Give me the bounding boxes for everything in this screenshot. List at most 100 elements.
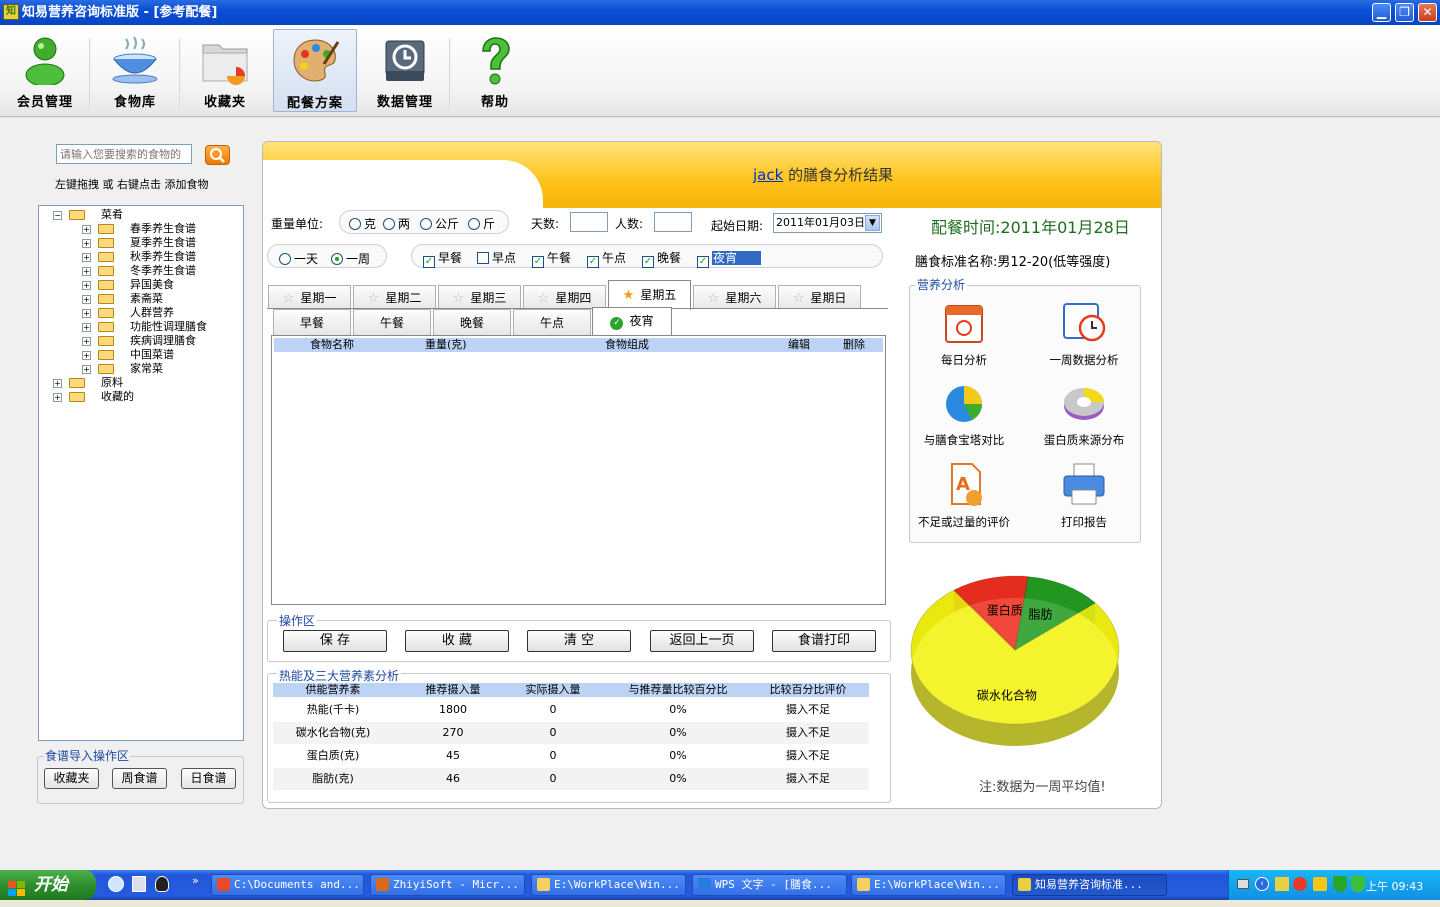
qq-quicklaunch-icon[interactable] <box>155 876 169 892</box>
col-weight[interactable]: 重量(克) <box>425 338 467 352</box>
desktop-quicklaunch-icon[interactable] <box>132 876 146 892</box>
search-button[interactable] <box>205 145 230 165</box>
app-tray-icon[interactable] <box>1275 877 1289 891</box>
check-morning-snack[interactable]: 早点 <box>477 249 516 266</box>
food-search-input[interactable] <box>56 144 192 164</box>
qq-tray-icon[interactable] <box>1293 877 1307 891</box>
meal-tab-night-snack[interactable]: ✓ 夜宵 <box>592 307 672 335</box>
ie-quicklaunch-icon[interactable] <box>108 876 124 892</box>
period-day-radio[interactable]: 一天 <box>279 250 318 267</box>
import-daily-recipe-button[interactable]: 日食谱 <box>181 768 236 789</box>
tab-friday[interactable]: ★ 星期五 <box>608 280 691 310</box>
toolbar-member-management[interactable]: 会员管理 <box>3 29 87 112</box>
expand-icon[interactable]: + <box>82 225 91 234</box>
period-week-radio[interactable]: 一周 <box>331 250 370 267</box>
keyboard-icon[interactable] <box>1237 879 1249 889</box>
meal-tab-breakfast[interactable]: 早餐 <box>273 309 351 335</box>
task-zhiyisoft[interactable]: ZhiyiSoft - Micr... <box>370 874 525 896</box>
expand-icon[interactable]: + <box>82 239 91 248</box>
days-input[interactable] <box>570 212 608 232</box>
maximize-button[interactable]: ❐ <box>1395 3 1414 22</box>
tree-node-winter[interactable]: + 冬季养生食谱 <box>82 264 242 278</box>
print-report-item[interactable]: 打印报告 <box>1029 460 1139 530</box>
clear-button[interactable]: 清 空 <box>527 630 631 652</box>
minimize-button[interactable]: ▁ <box>1372 3 1391 22</box>
tab-monday[interactable]: ☆ 星期一 <box>268 285 351 309</box>
task-wps[interactable]: WPS 文字 - [膳食... <box>692 874 847 896</box>
print-recipe-button[interactable]: 食谱打印 <box>772 630 876 652</box>
unit-kg-radio[interactable]: 公斤 <box>420 215 459 232</box>
check-night-snack[interactable]: ✓ 夜宵 <box>697 249 762 268</box>
task-workplace-2[interactable]: E:\WorkPlace\Win... <box>851 874 1006 896</box>
task-documents[interactable]: C:\Documents and... <box>211 874 364 896</box>
check-afternoon-snack[interactable]: ✓ 午点 <box>587 249 626 268</box>
tree-node-chinese[interactable]: + 中国菜谱 <box>82 348 242 362</box>
chevron-down-icon[interactable]: ▼ <box>865 215 880 231</box>
toolbar-food-library[interactable]: 食物库 <box>93 29 177 112</box>
check-breakfast[interactable]: ✓ 早餐 <box>423 249 462 268</box>
tab-wednesday[interactable]: ☆ 星期三 <box>438 285 521 309</box>
expand-icon[interactable]: + <box>53 379 62 388</box>
tree-node-home[interactable]: + 家常菜 <box>82 362 242 376</box>
toolbar-favorites[interactable]: 收藏夹 <box>183 29 267 112</box>
check-dinner[interactable]: ✓ 晚餐 <box>642 249 681 268</box>
expand-icon[interactable]: + <box>82 281 91 290</box>
check-lunch[interactable]: ✓ 午餐 <box>532 249 571 268</box>
expand-icon[interactable]: + <box>82 323 91 332</box>
chevron-right-icon[interactable]: » <box>192 874 199 887</box>
tree-node-functional[interactable]: + 功能性调理膳食 <box>82 320 242 334</box>
expand-icon[interactable]: + <box>82 309 91 318</box>
protein-source-item[interactable]: 蛋白质来源分布 <box>1029 378 1139 448</box>
expand-icon[interactable]: + <box>82 267 91 276</box>
expand-icon[interactable]: + <box>82 253 91 262</box>
col-delete[interactable]: 删除 <box>843 338 865 352</box>
people-input[interactable] <box>654 212 692 232</box>
collapse-icon[interactable]: − <box>53 211 62 220</box>
tree-node-population[interactable]: + 人群营养 <box>82 306 242 320</box>
back-button[interactable]: 返回上一页 <box>650 630 754 652</box>
user-link[interactable]: jack <box>753 166 783 184</box>
tree-node-summer[interactable]: + 夏季养生食谱 <box>82 236 242 250</box>
col-edit[interactable]: 编辑 <box>788 338 810 352</box>
pyramid-compare-item[interactable]: 与膳食宝塔对比 <box>909 378 1019 448</box>
tab-thursday[interactable]: ☆ 星期四 <box>523 285 606 309</box>
unit-liang-radio[interactable]: 两 <box>383 215 410 232</box>
meal-tab-dinner[interactable]: 晚餐 <box>433 309 511 335</box>
save-button[interactable]: 保 存 <box>283 630 387 652</box>
meal-tab-lunch[interactable]: 午餐 <box>353 309 431 335</box>
tree-node-dishes[interactable]: − 菜肴 <box>53 208 233 222</box>
shield-icon[interactable] <box>1333 876 1347 892</box>
tree-node-vegetarian[interactable]: + 素斋菜 <box>82 292 242 306</box>
chevron-left-icon[interactable]: ‹ <box>1255 877 1269 891</box>
expand-icon[interactable]: + <box>82 365 91 374</box>
tab-saturday[interactable]: ☆ 星期六 <box>693 285 776 309</box>
expand-icon[interactable]: + <box>82 337 91 346</box>
toolbar-meal-plan[interactable]: 配餐方案 <box>273 29 357 112</box>
import-favorites-button[interactable]: 收藏夹 <box>44 768 99 789</box>
unit-gram-radio[interactable]: 克 <box>349 215 376 232</box>
tab-sunday[interactable]: ☆ 星期日 <box>778 285 861 309</box>
tab-tuesday[interactable]: ☆ 星期二 <box>353 285 436 309</box>
task-nutrition-app[interactable]: 知易营养咨询标准... <box>1012 874 1167 896</box>
col-composition[interactable]: 食物组成 <box>605 338 649 352</box>
tree-node-disease[interactable]: + 疾病调理膳食 <box>82 334 242 348</box>
col-food-name[interactable]: 食物名称 <box>310 338 354 352</box>
deficiency-eval-item[interactable]: A 不足或过量的评价 <box>909 460 1019 530</box>
toolbar-data-management[interactable]: 数据管理 <box>363 29 447 112</box>
tree-node-autumn[interactable]: + 秋季养生食谱 <box>82 250 242 264</box>
daily-analysis-item[interactable]: 每日分析 <box>909 298 1019 368</box>
tree-node-spring[interactable]: + 春季养生食谱 <box>82 222 242 236</box>
tree-node-foreign[interactable]: + 异国美食 <box>82 278 242 292</box>
tree-node-ingredients[interactable]: + 原料 <box>53 376 233 390</box>
start-button[interactable]: 开始 <box>0 870 96 900</box>
tree-node-saved[interactable]: + 收藏的 <box>53 390 233 404</box>
expand-icon[interactable]: + <box>82 295 91 304</box>
meal-tab-snack[interactable]: 午点 <box>513 309 591 335</box>
unit-jin-radio[interactable]: 斤 <box>468 215 495 232</box>
toolbar-help[interactable]: 帮助 <box>453 29 537 112</box>
food-grid[interactable]: 食物名称 重量(克) 食物组成 编辑 删除 <box>271 335 886 605</box>
expand-icon[interactable]: + <box>53 393 62 402</box>
task-workplace-1[interactable]: E:\WorkPlace\Win... <box>531 874 686 896</box>
close-button[interactable]: ✕ <box>1418 3 1437 22</box>
expand-icon[interactable]: + <box>82 351 91 360</box>
